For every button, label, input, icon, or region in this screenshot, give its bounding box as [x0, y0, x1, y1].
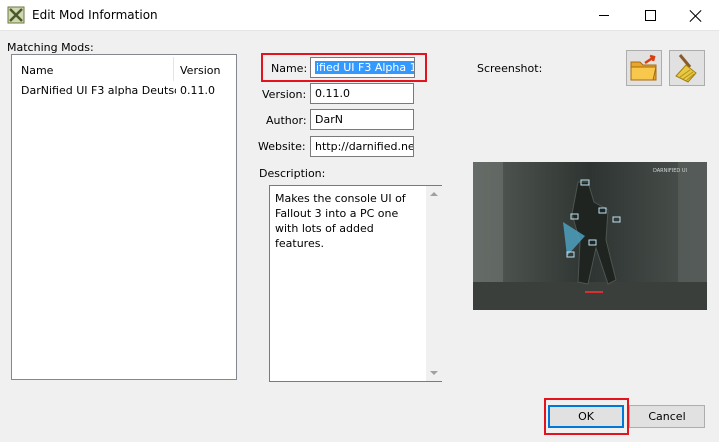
name-field-value: ified UI F3 Alpha 11 — [315, 61, 414, 74]
title-bar: Edit Mod Information — [0, 0, 719, 31]
screenshot-image: DARNIFIED UI — [473, 162, 707, 310]
scroll-down-icon[interactable] — [430, 371, 438, 375]
matching-mods-label: Matching Mods: — [7, 41, 94, 54]
clear-screenshot-button[interactable] — [669, 50, 705, 86]
description-text: Makes the console UI of Fallout 3 into a… — [275, 192, 406, 250]
column-header-version[interactable]: Version — [180, 64, 220, 77]
website-field[interactable]: http://darnified.net/fo — [310, 136, 414, 157]
open-folder-icon — [630, 54, 657, 81]
maximize-icon — [644, 10, 656, 21]
broom-icon — [675, 54, 697, 83]
description-scrollbar[interactable] — [426, 186, 442, 381]
cancel-button[interactable]: Cancel — [629, 405, 705, 428]
window-title: Edit Mod Information — [32, 8, 158, 22]
maximize-button[interactable] — [627, 0, 673, 31]
website-label: Website: — [258, 140, 306, 153]
author-field[interactable]: DarN — [310, 109, 414, 130]
close-button[interactable] — [673, 0, 719, 31]
scroll-up-icon[interactable] — [430, 192, 438, 196]
minimize-icon — [599, 15, 609, 16]
description-label: Description: — [259, 167, 326, 180]
description-field[interactable]: Makes the console UI of Fallout 3 into a… — [269, 185, 442, 382]
version-field[interactable]: 0.11.0 — [310, 83, 414, 104]
list-item-version[interactable]: 0.11.0 — [180, 84, 215, 97]
column-header-name[interactable]: Name — [21, 64, 53, 77]
version-label: Version: — [262, 88, 307, 101]
close-icon — [690, 10, 702, 22]
name-field[interactable]: ified UI F3 Alpha 11 — [310, 57, 415, 78]
name-label: Name: — [271, 62, 308, 75]
author-label: Author: — [266, 114, 307, 127]
minimize-button[interactable] — [581, 0, 627, 31]
open-screenshot-button[interactable] — [626, 50, 662, 86]
svg-text:DARNIFIED UI: DARNIFIED UI — [653, 168, 687, 174]
ok-button[interactable]: OK — [548, 405, 624, 428]
app-icon — [7, 6, 25, 24]
list-item-name[interactable]: DarNified UI F3 alpha Deutsc... — [21, 84, 176, 97]
column-separator[interactable] — [173, 57, 174, 81]
screenshot-label: Screenshot: — [477, 62, 543, 75]
matching-mods-list[interactable]: Name Version DarNified UI F3 alpha Deuts… — [11, 54, 237, 380]
list-header: Name Version — [12, 55, 236, 83]
